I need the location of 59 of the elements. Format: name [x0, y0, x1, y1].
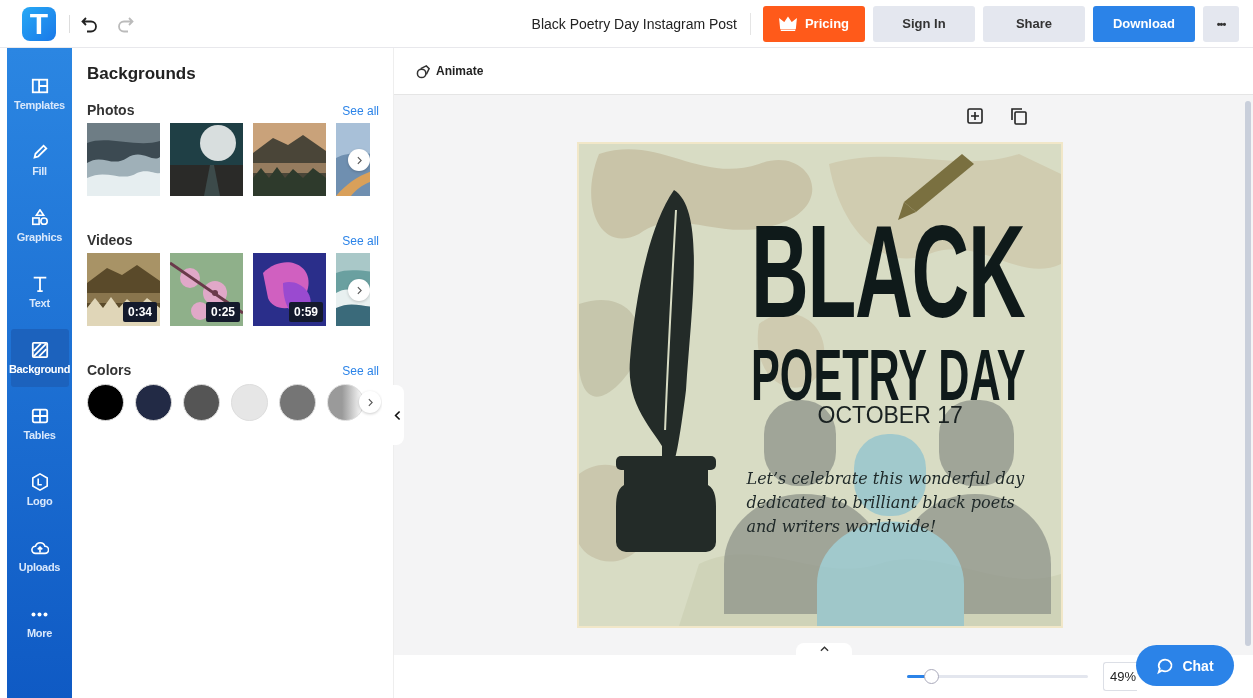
download-button[interactable]: Download: [1093, 5, 1195, 42]
poster-title[interactable]: BLACK: [750, 206, 1025, 337]
collapse-panel-tab[interactable]: [392, 385, 404, 445]
chat-button[interactable]: Chat: [1136, 645, 1234, 686]
pencil-icon: [30, 143, 49, 161]
panel-title: Backgrounds: [87, 64, 197, 84]
color-swatch[interactable]: [183, 384, 220, 421]
video-duration: 0:59: [288, 302, 323, 322]
layout-icon: [30, 77, 49, 95]
color-swatch[interactable]: [279, 384, 316, 421]
header-button[interactable]: Sign In: [873, 5, 975, 42]
more-icon: [31, 611, 48, 617]
section-title: Photos: [87, 102, 135, 118]
shapes-icon: [30, 209, 49, 227]
hexagon-icon: [30, 473, 49, 491]
more-button[interactable]: •••: [1203, 5, 1239, 42]
see-all-link[interactable]: See all: [342, 234, 379, 248]
video-duration: 0:34: [122, 302, 157, 322]
slider-thumb[interactable]: [923, 669, 939, 684]
see-all-link[interactable]: See all: [342, 104, 379, 118]
poster-date[interactable]: OCTOBER 17: [817, 402, 963, 429]
pricing-button[interactable]: Pricing: [763, 5, 865, 42]
color-swatch[interactable]: [135, 384, 172, 421]
next-arrow-button[interactable]: [359, 391, 381, 413]
sidebar-item[interactable]: More: [10, 593, 69, 651]
animate-button[interactable]: Animate: [416, 63, 484, 79]
table-icon: [30, 407, 49, 425]
color-swatch[interactable]: [327, 384, 364, 421]
section-title: Videos: [87, 232, 133, 248]
sidebar-item[interactable]: Fill: [10, 131, 69, 189]
document-title[interactable]: Black Poetry Day Instagram Post: [531, 15, 737, 32]
sidebar-item[interactable]: Text: [10, 263, 69, 321]
sidebar-item[interactable]: Templates: [10, 65, 69, 123]
chat-bubble-icon: [1156, 656, 1175, 675]
app-logo[interactable]: T: [22, 6, 56, 41]
crown-icon: [778, 14, 797, 33]
expand-pages-tab[interactable]: [796, 643, 852, 655]
chevron-left-icon: [394, 409, 402, 421]
animate-icon: [416, 63, 431, 79]
chevron-up-icon: [819, 646, 829, 652]
video-duration: 0:25: [205, 302, 240, 322]
zoom-slider[interactable]: [906, 668, 1089, 685]
section-title: Colors: [87, 362, 132, 378]
header-button[interactable]: Share: [983, 5, 1085, 42]
cloud-upload-icon: [30, 539, 49, 557]
striped-square-icon: [30, 341, 49, 359]
sidebar-item[interactable]: Tables: [10, 395, 69, 453]
duplicate-icon[interactable]: [1009, 107, 1028, 125]
sidebar-item[interactable]: Uploads: [10, 527, 69, 585]
sidebar-item[interactable]: Logo: [10, 461, 69, 519]
poster-tagline[interactable]: Let’s celebrate this wonderful day dedicated to brilliant black poets and writers worldwide!: [746, 467, 1047, 539]
scrollbar[interactable]: [1245, 101, 1251, 646]
add-page-icon[interactable]: [965, 107, 984, 125]
sidebar-item[interactable]: Background: [10, 329, 69, 387]
see-all-link[interactable]: See all: [342, 364, 379, 378]
color-swatch[interactable]: [231, 384, 268, 421]
sidebar-item[interactable]: Graphics: [10, 197, 69, 255]
pencil-icon: [895, 152, 976, 222]
color-swatch[interactable]: [87, 384, 124, 421]
